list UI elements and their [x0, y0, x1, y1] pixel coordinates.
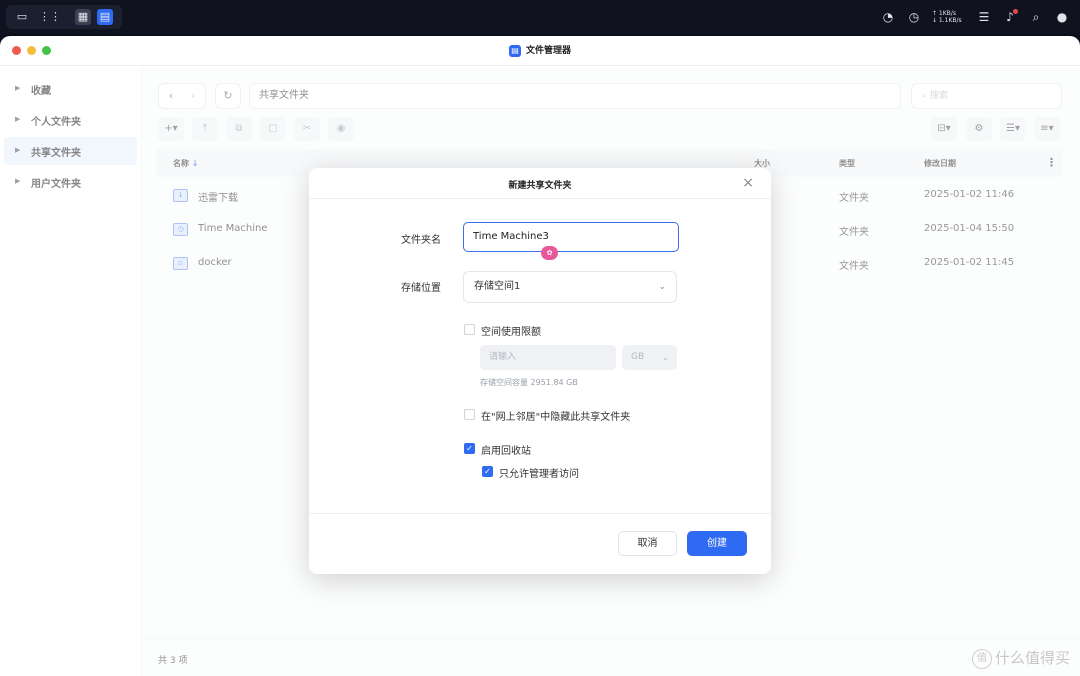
chevron-down-icon: ⌄	[658, 282, 666, 292]
folder-name-label: 文件夹名	[401, 235, 441, 246]
chat-icon[interactable]: ▭	[14, 9, 30, 25]
recycle-bin-checkbox[interactable]: ✓	[464, 443, 475, 454]
quota-unit-select[interactable]: GB ⌄	[622, 345, 677, 370]
taskbar-app-group: ▭ ⋮⋮ ▦ ▤	[6, 5, 122, 29]
storage-location-label: 存储位置	[401, 283, 441, 294]
search-icon[interactable]: ⌕	[1028, 9, 1044, 25]
recycle-bin-checkbox-label: 启用回收站	[481, 446, 531, 457]
admin-only-checkbox[interactable]: ✓	[482, 466, 493, 477]
admin-only-checkbox-label: 只允许管理者访问	[499, 469, 579, 480]
quota-input[interactable]: 请输入	[480, 345, 616, 370]
storage-location-value: 存储空间1	[474, 281, 521, 292]
hide-checkbox-label: 在"网上邻居"中隐藏此共享文件夹	[481, 412, 631, 423]
bell-icon[interactable]: ♪	[1002, 9, 1018, 25]
quota-checkbox-label: 空间使用限额	[481, 327, 541, 338]
storage-location-select[interactable]: 存储空间1 ⌄	[463, 271, 677, 303]
divider	[309, 198, 771, 199]
window-title-text: 文件管理器	[525, 46, 571, 56]
dialog-title: 新建共享文件夹	[508, 181, 572, 191]
list-icon[interactable]: ☰	[976, 9, 992, 25]
quota-checkbox[interactable]	[464, 324, 475, 335]
hide-checkbox[interactable]	[464, 409, 475, 420]
apps-grid-icon[interactable]: ⋮⋮	[39, 9, 61, 25]
new-shared-folder-dialog: 新建共享文件夹 × 文件夹名 Time Machine3 ✿ 存储位置 存储空间…	[309, 168, 771, 574]
notification-dot	[1013, 9, 1018, 14]
create-button[interactable]: 创建	[687, 531, 747, 556]
chevron-down-icon: ⌄	[662, 353, 669, 362]
cursor-indicator-icon: ✿	[541, 246, 558, 260]
network-speed: ↑ 1KB/s ↓ 1.1KB/s	[932, 10, 966, 24]
file-manager-app-icon: ▤	[508, 44, 521, 57]
title-bar: ▤ 文件管理器	[0, 36, 1080, 66]
network-down: ↓ 1.1KB/s	[932, 17, 962, 24]
user-icon[interactable]: ●	[1054, 9, 1070, 25]
network-up: ↑ 1KB/s	[932, 10, 956, 17]
window-title: ▤ 文件管理器	[0, 43, 1080, 57]
speedometer-icon[interactable]: ◔	[880, 9, 896, 25]
cancel-button[interactable]: 取消	[618, 531, 677, 556]
folder-name-input[interactable]: Time Machine3	[463, 222, 679, 252]
capacity-text: 存储空间容量 2951.84 GB	[480, 378, 578, 387]
clock-icon[interactable]: ◷	[906, 9, 922, 25]
system-bar: ▭ ⋮⋮ ▦ ▤ ◔ ◷ ↑ 1KB/s ↓ 1.1KB/s ☰ ♪ ⌕ ●	[0, 0, 1080, 34]
calculator-icon[interactable]: ▦	[75, 9, 91, 25]
file-manager-icon[interactable]: ▤	[97, 9, 113, 25]
close-icon[interactable]: ×	[742, 175, 754, 191]
divider	[309, 513, 771, 514]
quota-unit-value: GB	[631, 352, 645, 362]
system-tray: ◔ ◷ ↑ 1KB/s ↓ 1.1KB/s ☰ ♪ ⌕ ●	[880, 8, 1070, 26]
